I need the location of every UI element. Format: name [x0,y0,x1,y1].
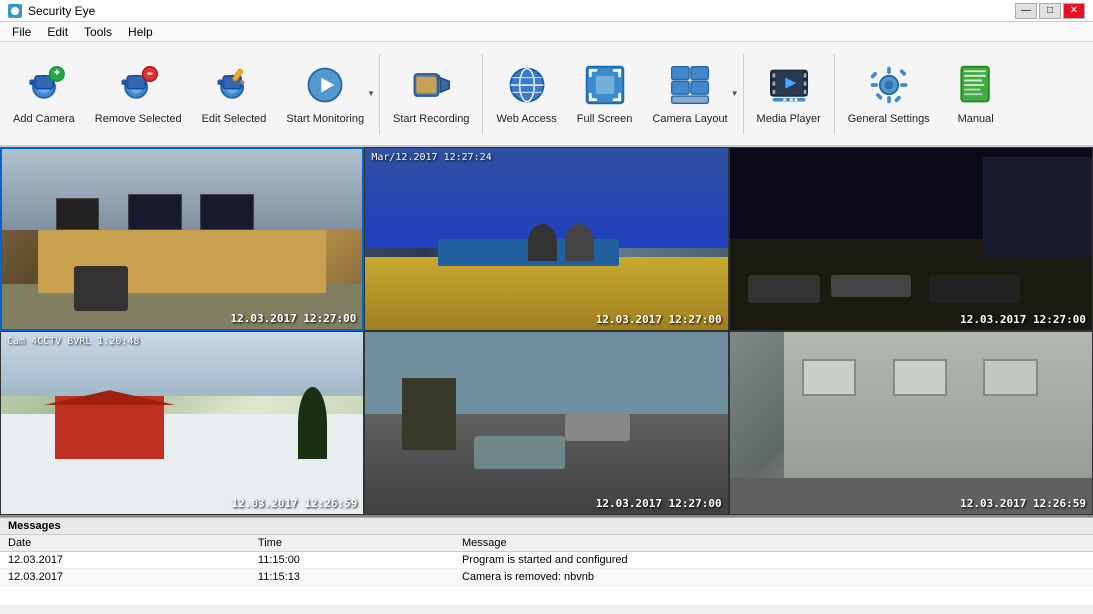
toolbar-separator-4 [834,54,835,134]
menu-edit[interactable]: Edit [39,23,76,41]
cam6-timestamp: 12.03.2017 12:26:59 [960,497,1086,510]
manual-button[interactable]: Manual [941,49,1011,139]
remove-selected-button[interactable]: Remove Selected [86,49,191,139]
close-button[interactable]: ✕ [1063,3,1085,19]
messages-table[interactable]: Date Time Message 12.03.201711:15:00Prog… [0,535,1093,605]
camera-cell-2[interactable]: Mar/12.2017 12:27:24 12.03.2017 12:27:00 [364,147,728,331]
toolbar: Add Camera Remove Selected [0,42,1093,147]
message-text: Program is started and configured [454,552,1093,569]
cam1-timestamp: 12.03.2017 12:27:00 [230,312,356,325]
edit-selected-button[interactable]: Edit Selected [193,49,276,139]
camera-cell-4[interactable]: Cam 4CCTV BVRL 1:20:48 12.03.2017 12:26:… [0,331,364,515]
table-row: 12.03.201711:15:13Camera is removed: nbv… [0,569,1093,586]
menu-tools[interactable]: Tools [76,23,120,41]
start-monitoring-group: Start Monitoring ▼ [277,49,375,139]
toolbar-separator-2 [482,54,483,134]
edit-selected-label: Edit Selected [202,113,267,126]
general-settings-label: General Settings [848,113,930,126]
add-camera-icon [20,61,68,109]
message-text: Camera is removed: nbvnb [454,569,1093,586]
layout-dropdown-arrow[interactable]: ▼ [731,89,739,98]
minimize-button[interactable]: — [1015,3,1037,19]
camera-cell-6[interactable]: 12.03.2017 12:26:59 [729,331,1093,515]
remove-icon [114,61,162,109]
camera-layout-group: Camera Layout ▼ [643,49,738,139]
app-icon [8,4,22,18]
camera-layout-label: Camera Layout [652,113,727,126]
start-monitoring-label: Start Monitoring [286,113,364,126]
cam2-timestamp: 12.03.2017 12:27:00 [596,313,722,326]
remove-selected-label: Remove Selected [95,113,182,126]
cam2-header: Mar/12.2017 12:27:24 [371,152,491,163]
add-camera-button[interactable]: Add Camera [4,49,84,139]
manual-label: Manual [958,113,994,126]
web-access-label: Web Access [496,113,556,126]
camera-cell-5[interactable]: 12.03.2017 12:27:00 [364,331,728,515]
app-title: Security Eye [28,4,95,18]
settings-icon [865,61,913,109]
monitoring-icon [301,61,349,109]
message-date: 12.03.2017 [0,569,250,586]
menu-bar: File Edit Tools Help [0,22,1093,42]
start-recording-button[interactable]: Start Recording [384,49,478,139]
cam3-timestamp: 12.03.2017 12:27:00 [960,313,1086,326]
message-date: 12.03.2017 [0,552,250,569]
message-time: 11:15:13 [250,569,454,586]
web-access-button[interactable]: Web Access [487,49,565,139]
start-monitoring-button[interactable]: Start Monitoring [277,49,373,139]
media-icon [765,61,813,109]
col-message: Message [454,535,1093,552]
general-settings-button[interactable]: General Settings [839,49,939,139]
start-recording-label: Start Recording [393,113,469,126]
messages-header: Messages [0,518,1093,535]
toolbar-separator-1 [379,54,380,134]
camera-cell-3[interactable]: 12.03.2017 12:27:00 [729,147,1093,331]
full-screen-button[interactable]: Full Screen [568,49,642,139]
messages-panel: Messages Date Time Message 12.03.201711:… [0,517,1093,605]
edit-icon [210,61,258,109]
media-player-button[interactable]: Media Player [748,49,830,139]
menu-help[interactable]: Help [120,23,161,41]
monitoring-dropdown-arrow[interactable]: ▼ [367,89,375,98]
maximize-button[interactable]: □ [1039,3,1061,19]
message-time: 11:15:00 [250,552,454,569]
camera-layout-button[interactable]: Camera Layout [643,49,736,139]
table-row: 12.03.201711:15:00Program is started and… [0,552,1093,569]
cam4-timestamp: 12.03.2017 12:26:59 [231,497,357,510]
col-time: Time [250,535,454,552]
media-player-label: Media Player [757,113,821,126]
col-date: Date [0,535,250,552]
title-bar: Security Eye — □ ✕ [0,0,1093,22]
camera-cell-1[interactable]: 12.03.2017 12:27:00 [0,147,364,331]
toolbar-separator-3 [743,54,744,134]
fullscreen-icon [581,61,629,109]
full-screen-label: Full Screen [577,113,633,126]
window-controls: — □ ✕ [1015,3,1085,19]
camera-grid: 12.03.2017 12:27:00 Mar/12.2017 12:27:24… [0,147,1093,517]
recording-icon [407,61,455,109]
cam4-header: Cam 4CCTV BVRL 1:20:48 [7,336,139,347]
add-camera-label: Add Camera [13,113,75,126]
menu-file[interactable]: File [4,23,39,41]
layout-icon [666,61,714,109]
web-icon [503,61,551,109]
cam5-timestamp: 12.03.2017 12:27:00 [596,497,722,510]
manual-icon [952,61,1000,109]
